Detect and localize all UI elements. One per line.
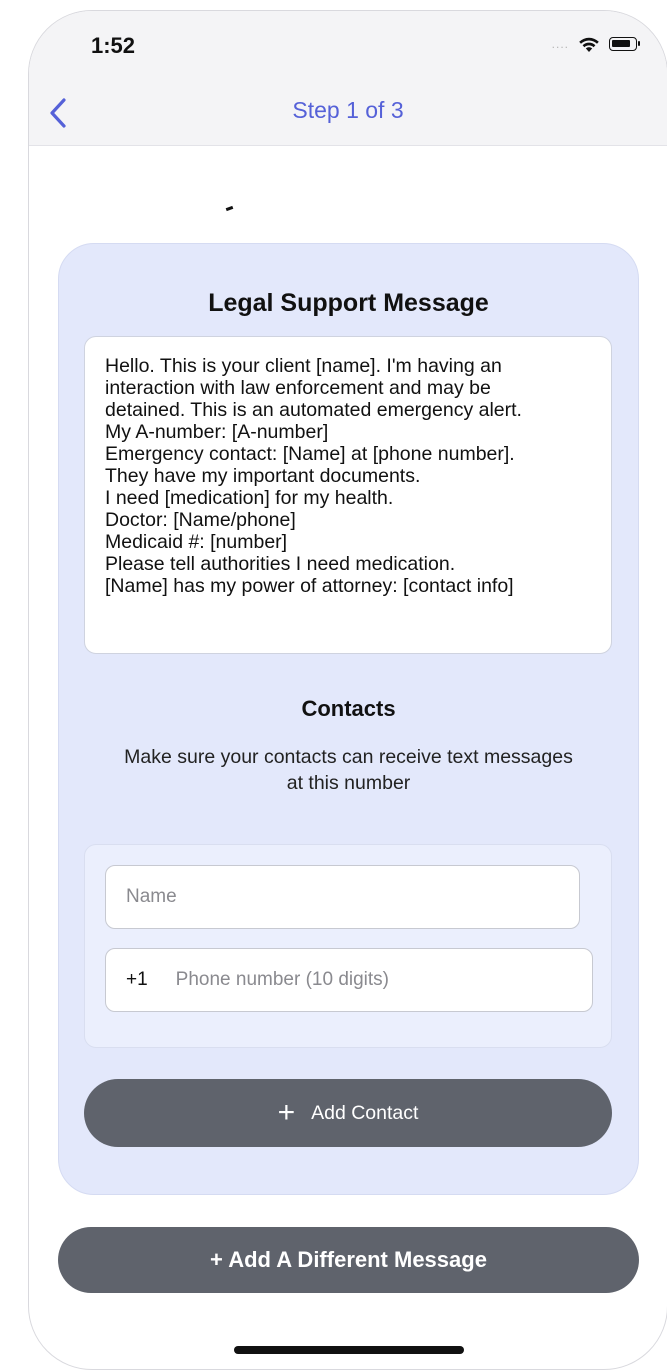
add-message-label: + Add A Different Message: [210, 1247, 487, 1272]
wifi-icon: [579, 37, 599, 52]
phone-input[interactable]: [173, 968, 592, 992]
add-contact-label: Add Contact: [311, 1101, 419, 1124]
contacts-heading: Contacts: [301, 696, 396, 721]
contacts-subtitle: Make sure your contacts can receive text…: [79, 744, 618, 796]
plus-icon: +: [277, 1096, 296, 1129]
contacts-subtitle-line: at this number: [286, 772, 411, 794]
legal-support-card: Legal Support Message Hello. This is you…: [58, 243, 639, 1195]
home-indicator: [234, 1346, 464, 1354]
status-icons: ....: [551, 35, 640, 53]
message-line: My A-number: [A-number]: [105, 421, 329, 443]
contacts-subtitle-line: Make sure your contacts can receive text…: [124, 746, 573, 768]
add-contact-button[interactable]: + Add Contact: [84, 1079, 612, 1147]
status-time: 1:52: [91, 33, 136, 58]
decorative-mark: [225, 205, 234, 212]
message-line: Hello. This is your client [name]. I'm h…: [105, 355, 502, 377]
signal-icon: ....: [551, 37, 569, 51]
contact-form: +1: [84, 844, 612, 1048]
add-different-message-button[interactable]: + Add A Different Message: [58, 1227, 639, 1293]
battery-icon: [609, 37, 640, 51]
phone-field[interactable]: +1: [105, 948, 593, 1012]
message-line: [Name] has my power of attorney: [contac…: [105, 575, 514, 597]
card-title: Legal Support Message: [208, 289, 489, 317]
message-line: They have my important documents.: [105, 465, 421, 487]
message-line: Medicaid #: [number]: [105, 531, 288, 553]
message-text-area[interactable]: Hello. This is your client [name]. I'm h…: [84, 336, 612, 654]
message-line: detained. This is an automated emergency…: [105, 399, 522, 421]
message-line: I need [medication] for my health.: [105, 487, 394, 509]
message-line: Emergency contact: [Name] at [phone numb…: [105, 443, 515, 465]
name-input[interactable]: [105, 865, 580, 929]
country-code: +1: [126, 969, 148, 990]
message-line: Doctor: [Name/phone]: [105, 509, 296, 531]
message-line: interaction with law enforcement and may…: [105, 377, 491, 399]
message-line: Please tell authorities I need medicatio…: [105, 553, 456, 575]
navigation-header: [29, 11, 667, 146]
page-title: Step 1 of 3: [292, 97, 404, 123]
phone-screen: 1:52 .... Step 1 of 3 Legal Support Mess…: [28, 10, 667, 1370]
